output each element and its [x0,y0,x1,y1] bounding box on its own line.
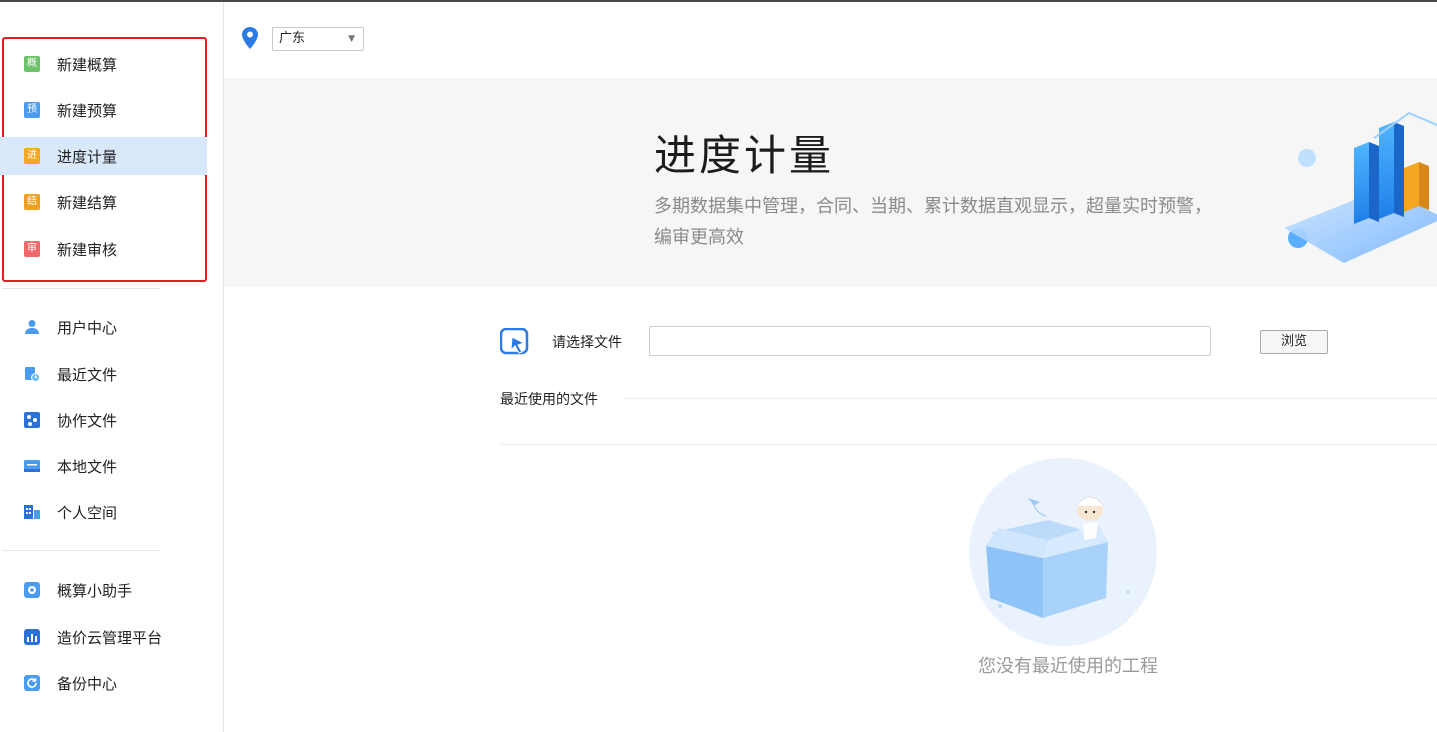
file-picker-row: 请选择文件 浏览 [499,324,1400,360]
sidebar: 概 新建概算 预 新建预算 进 进度计量 结 新建结算 审 新建审核 用户中心 … [0,2,224,732]
sidebar-item-label: 概算小助手 [57,581,133,600]
local-files-icon [24,458,40,474]
sidebar-item-label: 本地文件 [57,457,118,476]
chart-illustration-icon [1284,111,1437,263]
sidebar-item-label: 用户中心 [57,318,118,337]
sidebar-item-new-audit[interactable]: 审 新建审核 [0,230,207,268]
sidebar-item-new-estimate[interactable]: 概 新建概算 [0,45,207,83]
chevron-down-icon: ▼ [348,34,355,44]
sidebar-divider [2,550,160,551]
audit-icon: 审 [24,241,40,257]
assistant-icon [24,582,40,598]
backup-icon [24,675,40,691]
sidebar-item-label: 最近文件 [57,365,118,384]
recent-files-icon [24,366,40,382]
file-select-icon [499,327,530,360]
sidebar-item-estimate-assistant[interactable]: 概算小助手 [0,571,207,609]
budget-icon: 预 [24,102,40,118]
sidebar-item-label: 进度计量 [57,147,118,166]
browse-button[interactable]: 浏览 [1260,330,1328,354]
estimate-icon: 概 [24,56,40,72]
recent-files-title: 最近使用的文件 [500,392,598,408]
sidebar-item-personal-space[interactable]: 个人空间 [0,493,207,531]
cloud-platform-icon [24,629,40,645]
sidebar-item-label: 新建概算 [57,55,118,74]
sidebar-item-label: 协作文件 [57,411,118,430]
main-content: 广东 ▼ 进度计量 多期数据集中管理，合同、当期、累计数据直观显示，超量实时预警… [224,2,1437,732]
sidebar-item-new-budget[interactable]: 预 新建预算 [0,91,207,129]
sidebar-item-label: 造价云管理平台 [57,628,163,647]
sidebar-divider [2,288,160,289]
banner-title: 进度计量 [654,131,835,180]
sidebar-item-local-files[interactable]: 本地文件 [0,447,207,485]
sidebar-item-recent-files[interactable]: 最近文件 [0,355,207,393]
sidebar-item-label: 新建审核 [57,240,118,259]
sidebar-item-label: 新建结算 [57,193,118,212]
banner-description: 多期数据集中管理，合同、当期、累计数据直观显示，超量实时预警，编审更高效 [654,196,1212,248]
feature-banner: 进度计量 多期数据集中管理，合同、当期、累计数据直观显示，超量实时预警，编审更高… [224,78,1437,287]
file-picker-label: 请选择文件 [552,335,622,351]
region-select-value: 广东 [279,31,306,46]
user-icon [24,319,40,335]
personal-space-icon [24,504,40,520]
sidebar-item-collab-files[interactable]: 协作文件 [0,401,207,439]
sidebar-item-new-settlement[interactable]: 结 新建结算 [0,183,207,221]
recent-list-divider [500,444,1437,445]
recent-title-divider [624,398,1437,399]
empty-recent-message: 您没有最近使用的工程 [978,656,1158,677]
sidebar-item-label: 新建预算 [57,101,118,120]
file-path-input[interactable] [649,326,1211,356]
sidebar-item-user-center[interactable]: 用户中心 [0,308,207,346]
sidebar-item-label: 个人空间 [57,503,118,522]
location-pin-icon [242,27,258,53]
sidebar-item-progress-measure[interactable]: 进 进度计量 [0,137,207,175]
collab-files-icon [24,412,40,428]
sidebar-item-backup-center[interactable]: 备份中心 [0,664,207,702]
sidebar-item-cloud-platform[interactable]: 造价云管理平台 [0,618,207,656]
settlement-icon: 结 [24,194,40,210]
progress-icon: 进 [24,148,40,164]
region-select[interactable]: 广东 ▼ [272,27,364,51]
sidebar-item-label: 备份中心 [57,674,118,693]
empty-box-icon [969,458,1157,646]
